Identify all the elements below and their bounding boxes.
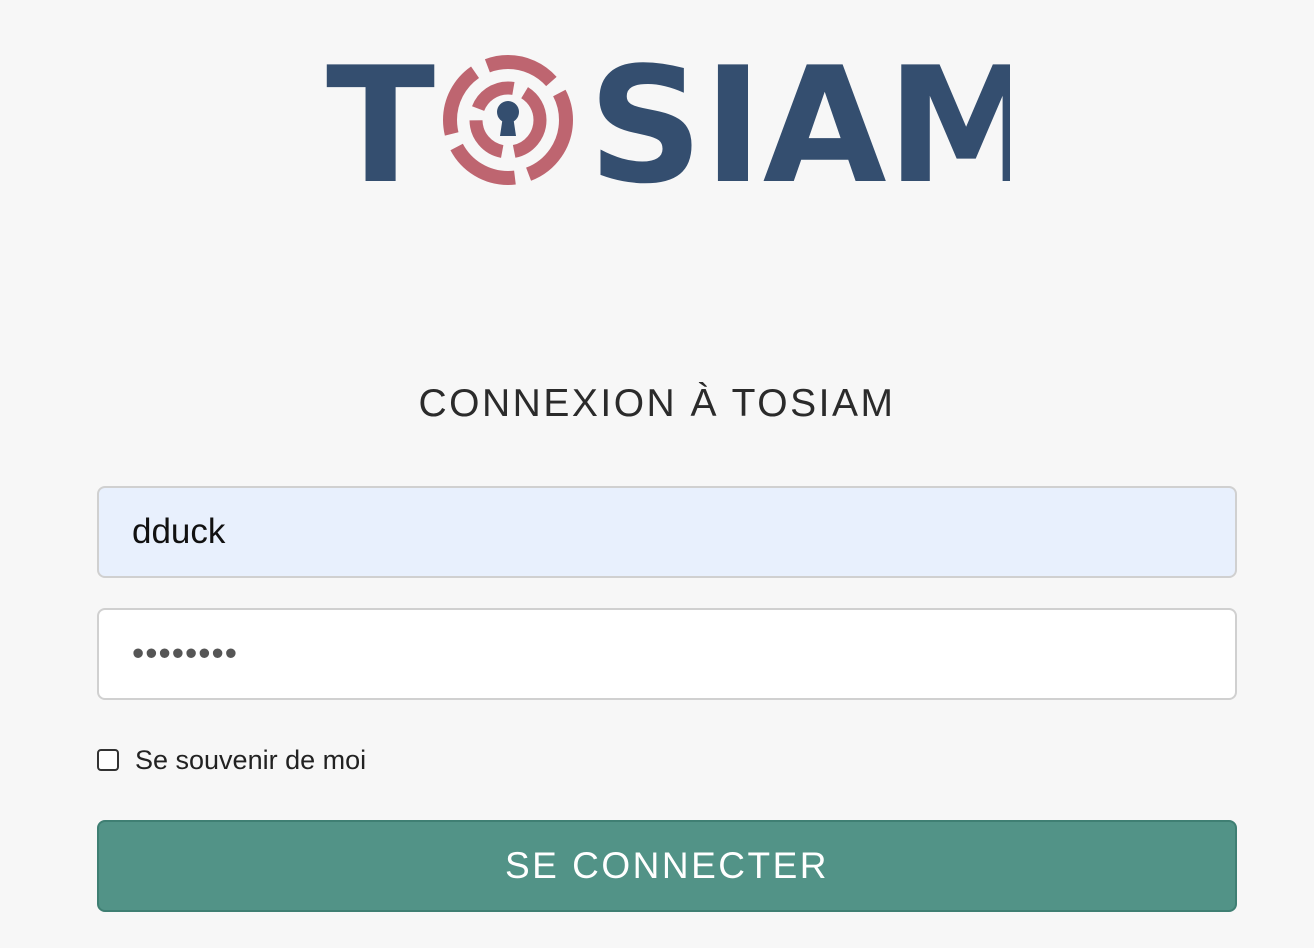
remember-me-checkbox[interactable] [97,749,119,771]
password-input[interactable] [97,608,1237,700]
remember-me-label[interactable]: Se souvenir de moi [135,745,366,776]
logo-letter-t: T [326,44,435,194]
remember-me-row[interactable]: Se souvenir de moi [97,745,366,775]
logo-word-siam: SIAM [588,44,1010,194]
tosiam-logo-svg: T SIAM [326,44,1010,194]
login-heading: CONNEXION À TOSIAM [418,382,896,425]
login-button-label: SE CONNECTER [505,845,829,886]
login-page: T SIAM CONNEXION À TOSIAM Se souvenir de… [0,0,1314,948]
tosiam-logo: T SIAM [326,44,1010,194]
username-input[interactable] [97,486,1237,578]
login-button[interactable]: SE CONNECTER [97,820,1237,912]
keyhole-ring-icon [443,55,573,185]
